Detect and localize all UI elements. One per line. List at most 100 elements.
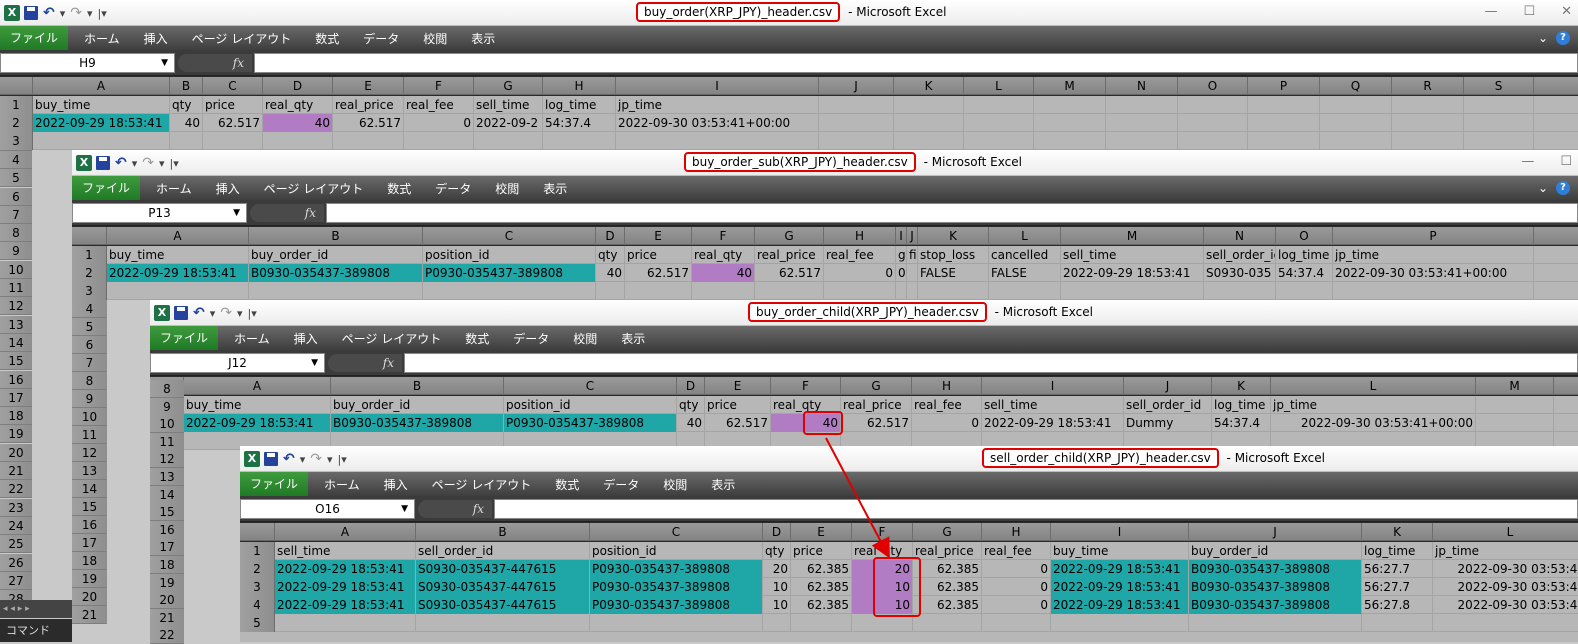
row-number[interactable]: 17 (150, 538, 184, 557)
formula-input[interactable] (404, 353, 1578, 373)
column-header[interactable]: M (1061, 227, 1204, 245)
row-number[interactable]: 19 (0, 425, 32, 444)
row-number[interactable]: 20 (72, 588, 107, 606)
row-number[interactable]: 9 (0, 242, 32, 261)
cell[interactable] (203, 132, 263, 150)
cell[interactable]: buy_order_id (249, 246, 423, 264)
cell[interactable] (1276, 282, 1333, 300)
row-number[interactable]: 14 (150, 485, 184, 504)
column-header[interactable]: K (1212, 377, 1271, 395)
cell[interactable]: Dummy (1124, 414, 1212, 432)
cell[interactable]: log_time (1362, 542, 1433, 560)
cell[interactable] (819, 132, 894, 150)
row-number[interactable]: 9 (72, 390, 107, 408)
row-number[interactable]: 2 (240, 560, 275, 578)
cell[interactable]: 2022-09-29 18:53:41 (1051, 596, 1189, 614)
row-number[interactable]: 12 (150, 450, 184, 469)
column-header[interactable]: I (896, 227, 907, 245)
row-number[interactable]: 27 (0, 571, 32, 590)
cell[interactable]: B0930-035437-389808 (331, 414, 504, 432)
column-header[interactable]: F (404, 77, 474, 95)
row-number[interactable]: 18 (72, 552, 107, 570)
row-number[interactable]: 3 (0, 132, 33, 150)
cell[interactable]: 56:27.7 (1362, 578, 1433, 596)
column-header[interactable]: E (333, 77, 404, 95)
ribbon-tab[interactable]: ページ レイアウト (180, 30, 304, 47)
row-number[interactable]: 6 (72, 336, 107, 354)
formula-input[interactable] (326, 203, 1578, 223)
cell[interactable] (896, 282, 907, 300)
column-header[interactable]: H (982, 523, 1051, 541)
row-number[interactable]: 16 (72, 516, 107, 534)
select-all-corner[interactable] (240, 523, 275, 541)
save-icon[interactable] (264, 452, 278, 466)
cell[interactable]: price (203, 96, 263, 114)
maximize-icon[interactable]: ☐ (1560, 154, 1572, 169)
cell[interactable] (819, 96, 894, 114)
column-header[interactable]: P (1248, 77, 1320, 95)
cell[interactable]: jp_time (1333, 246, 1534, 264)
cell[interactable]: sell_time (275, 542, 416, 560)
ribbon-tab[interactable]: 表示 (459, 30, 507, 47)
cell[interactable]: S0930-035437-447615 (416, 560, 590, 578)
column-header[interactable]: M (1034, 77, 1106, 95)
cell[interactable]: 2022-09-2 (474, 114, 543, 132)
row-number[interactable]: 13 (150, 468, 184, 486)
minimize-icon[interactable]: — (1521, 154, 1534, 169)
cell[interactable]: buy_order_id (331, 396, 504, 414)
row-number[interactable]: 15 (72, 498, 107, 516)
cell[interactable]: buy_time (1051, 542, 1189, 560)
row-number[interactable]: 3 (240, 578, 275, 596)
cell[interactable]: real_fee (824, 246, 896, 264)
row-number[interactable]: 11 (72, 426, 107, 444)
cell[interactable]: sell_order_id (416, 542, 590, 560)
row-number[interactable]: 18 (0, 407, 32, 426)
cell[interactable]: 2022-09-29 18:53:41 (33, 114, 170, 132)
column-header[interactable]: J (907, 227, 918, 245)
cell[interactable] (1178, 96, 1248, 114)
cell[interactable]: log_time (1212, 396, 1271, 414)
column-header[interactable]: K (918, 227, 989, 245)
cell[interactable]: cancelled (989, 246, 1061, 264)
cell[interactable] (333, 132, 404, 150)
row-number[interactable]: 5 (72, 318, 107, 336)
row-number[interactable]: 3 (72, 282, 107, 300)
ribbon-tab[interactable]: ホーム (312, 476, 372, 493)
row-number[interactable]: 11 (0, 279, 32, 297)
column-header[interactable]: L (1271, 377, 1476, 395)
column-header[interactable]: O (1178, 77, 1248, 95)
cell[interactable]: 20 (763, 560, 791, 578)
close-icon[interactable]: ✕ (1561, 4, 1572, 19)
cell[interactable] (625, 282, 692, 300)
collapse-ribbon-icon[interactable]: ⌄ (1538, 181, 1548, 195)
dropdown-icon[interactable]: ▾ (237, 307, 243, 320)
cell[interactable] (249, 282, 423, 300)
cell[interactable] (913, 614, 982, 632)
fx-icon[interactable]: fx (250, 204, 324, 222)
dropdown-icon[interactable]: ▾ (132, 157, 138, 170)
row-number[interactable]: 1 (72, 246, 107, 264)
fx-icon[interactable]: fx (328, 354, 402, 372)
cell[interactable] (1034, 114, 1106, 132)
ribbon-tab[interactable]: ページ レイアウト (420, 476, 544, 493)
column-header[interactable]: D (677, 377, 705, 395)
row-number[interactable]: 21 (72, 606, 107, 624)
column-header[interactable]: B (170, 77, 203, 95)
cell[interactable]: 0 (982, 578, 1051, 596)
cell[interactable]: FALSE (989, 264, 1061, 282)
ribbon-tab[interactable]: 挿入 (132, 30, 180, 47)
ribbon-tab[interactable]: データ (423, 180, 483, 197)
cell[interactable]: position_id (504, 396, 677, 414)
row-number[interactable]: 6 (0, 187, 32, 206)
cell[interactable]: position_id (590, 542, 763, 560)
cell[interactable] (1333, 282, 1534, 300)
dropdown-icon[interactable]: ▾ (60, 7, 66, 20)
cell[interactable]: real_fee (982, 542, 1051, 560)
column-header[interactable]: I (982, 377, 1124, 395)
row-number[interactable]: 14 (0, 333, 32, 352)
column-header[interactable]: G (755, 227, 824, 245)
cell[interactable]: 40 (692, 264, 755, 282)
cell[interactable]: buy_time (33, 96, 170, 114)
cell[interactable]: 0 (824, 264, 896, 282)
cell[interactable] (894, 114, 964, 132)
